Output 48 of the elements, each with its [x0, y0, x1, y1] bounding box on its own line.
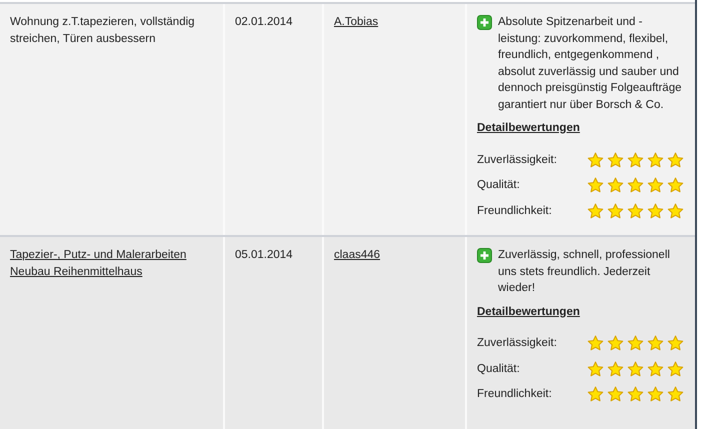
star-icon	[627, 335, 644, 352]
star-icon	[587, 386, 604, 402]
star-icon	[627, 202, 644, 219]
star-icon	[647, 335, 664, 352]
details-link[interactable]: Detailbewertungen	[477, 120, 580, 136]
plus-icon	[477, 15, 492, 30]
star-icon	[667, 386, 684, 402]
star-icon	[667, 202, 684, 219]
plus-icon	[477, 248, 492, 263]
star-icon	[587, 152, 604, 168]
star-icon	[587, 360, 604, 377]
review-comment: Zuverlässig, schnell, professionell uns stets freundlich. Jederzeit wieder!	[498, 248, 671, 296]
star-icon	[607, 335, 624, 352]
star-icon	[627, 152, 644, 168]
star-icon	[627, 177, 644, 194]
details-link[interactable]: Detailbewertungen	[477, 304, 580, 320]
project-link[interactable]: Tapezier-, Putz- und Malerarbeiten Neubau Reihenmittelhaus	[10, 247, 213, 280]
review-comment: Absolute Spitzenarbeit und -leistung: zuvorkommend, flexibel, freundlich, entgegenkommend , absolut zuverlässig und sauber und dennoch preisgünstig Folgeaufträge garantiert nur über Borsch & Co.	[498, 15, 682, 112]
review-date: 05.01.2014	[235, 249, 293, 261]
rating-label: Freundlichkeit:	[477, 387, 553, 402]
star-icon	[587, 335, 604, 352]
star-icon	[587, 202, 604, 219]
star-icon	[607, 360, 624, 377]
star-icon	[667, 360, 684, 377]
star-icon	[607, 152, 624, 168]
star-icon	[647, 177, 664, 194]
rating-label: Qualität:	[477, 362, 521, 376]
star-icon	[667, 152, 684, 168]
star-icon	[647, 152, 664, 168]
user-link[interactable]: claas446	[334, 249, 380, 261]
star-icon	[607, 202, 624, 219]
star-icon	[607, 386, 624, 402]
user-link[interactable]: A.Tobias	[334, 16, 378, 28]
rating-label: Freundlichkeit:	[477, 204, 553, 218]
review-date: 02.01.2014	[235, 16, 293, 28]
star-icon	[607, 177, 624, 194]
star-icon	[647, 360, 664, 377]
star-icon	[587, 177, 604, 194]
rating-label: Zuverlässigkeit:	[477, 336, 558, 351]
star-icon	[627, 386, 644, 402]
star-icon	[667, 177, 684, 194]
star-icon	[667, 335, 684, 352]
rating-label: Qualität:	[477, 178, 521, 193]
star-icon	[647, 386, 664, 402]
project-title: Wohnung z.T.tapezieren, vollständig streichen, Türen ausbessern	[10, 15, 196, 46]
star-icon	[647, 202, 664, 219]
star-icon	[627, 360, 644, 377]
rating-label: Zuverlässigkeit:	[477, 152, 558, 168]
